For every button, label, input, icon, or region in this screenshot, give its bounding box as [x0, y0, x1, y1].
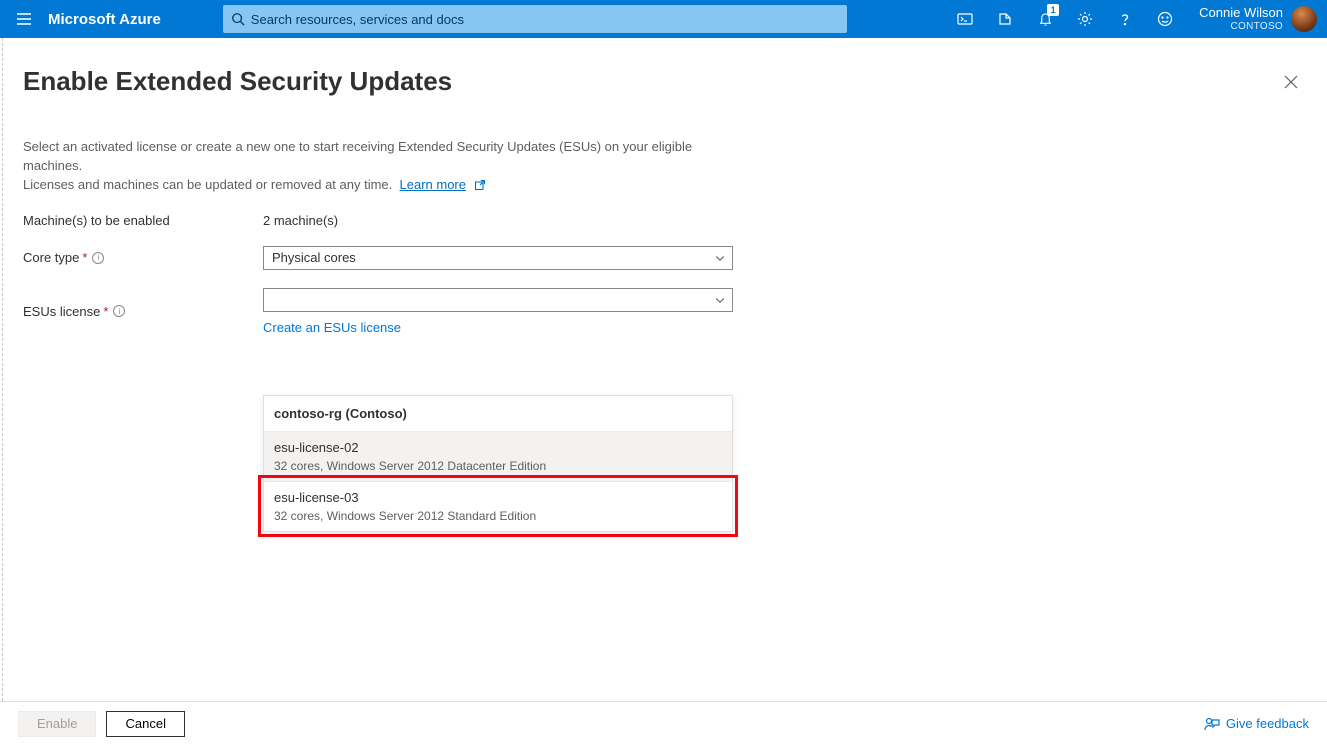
dropdown-item[interactable]: esu-license-02 32 cores, Windows Server …: [264, 431, 732, 481]
dropdown-item-name: esu-license-03: [274, 490, 722, 505]
user-text: Connie Wilson CONTOSO: [1199, 6, 1283, 31]
search-input[interactable]: [251, 12, 839, 27]
top-header: Microsoft Azure 1 Connie Wilson CONTOSO: [0, 0, 1327, 38]
settings-button[interactable]: [1065, 0, 1105, 38]
learn-more-link[interactable]: Learn more: [400, 177, 466, 192]
esus-license-select[interactable]: [263, 288, 733, 312]
esus-license-label-text: ESUs license: [23, 304, 100, 319]
chevron-down-icon: [714, 294, 726, 306]
feedback-button[interactable]: [1145, 0, 1185, 38]
gear-icon: [1077, 11, 1093, 27]
search-icon: [231, 12, 245, 26]
info-icon[interactable]: i: [113, 305, 125, 317]
cancel-button[interactable]: Cancel: [106, 711, 184, 737]
give-feedback-label: Give feedback: [1226, 716, 1309, 731]
user-name: Connie Wilson: [1199, 6, 1283, 20]
core-type-label: Core type * i: [23, 250, 263, 265]
directory-button[interactable]: [985, 0, 1025, 38]
notifications-button[interactable]: 1: [1025, 0, 1065, 38]
panel: Enable Extended Security Updates Select …: [2, 38, 1327, 701]
directory-icon: [997, 11, 1013, 27]
core-type-select[interactable]: Physical cores: [263, 246, 733, 270]
hamburger-icon: [16, 11, 32, 27]
notification-badge: 1: [1047, 4, 1059, 16]
smiley-icon: [1157, 11, 1173, 27]
help-button[interactable]: [1105, 0, 1145, 38]
esus-license-dropdown: contoso-rg (Contoso) esu-license-02 32 c…: [263, 395, 733, 532]
give-feedback-link[interactable]: Give feedback: [1204, 716, 1309, 732]
dropdown-group-header: contoso-rg (Contoso): [264, 396, 732, 431]
feedback-person-icon: [1204, 716, 1220, 732]
required-asterisk: *: [82, 250, 87, 265]
info-icon[interactable]: i: [92, 252, 104, 264]
brand-label[interactable]: Microsoft Azure: [48, 11, 161, 28]
enable-button: Enable: [18, 711, 96, 737]
core-type-label-text: Core type: [23, 250, 79, 265]
dropdown-item-name: esu-license-02: [274, 440, 722, 455]
desc-line2: Licenses and machines can be updated or …: [23, 177, 392, 192]
required-asterisk: *: [103, 304, 108, 319]
help-icon: [1117, 11, 1133, 27]
cloud-shell-button[interactable]: [945, 0, 985, 38]
dropdown-item-detail: 32 cores, Windows Server 2012 Standard E…: [274, 509, 722, 523]
search-box[interactable]: [223, 5, 847, 33]
panel-description: Select an activated license or create a …: [23, 138, 743, 195]
create-esus-license-link[interactable]: Create an ESUs license: [263, 320, 733, 335]
dropdown-item[interactable]: esu-license-03 32 cores, Windows Server …: [264, 481, 732, 531]
close-button[interactable]: [1275, 66, 1307, 98]
machines-value: 2 machine(s): [263, 213, 733, 228]
core-type-selected-value: Physical cores: [272, 250, 356, 265]
cloud-shell-icon: [957, 11, 973, 27]
desc-line1: Select an activated license or create a …: [23, 139, 692, 173]
machines-label: Machine(s) to be enabled: [23, 213, 263, 228]
avatar: [1291, 6, 1317, 32]
menu-toggle-button[interactable]: [0, 11, 48, 27]
close-icon: [1283, 74, 1299, 90]
page-title: Enable Extended Security Updates: [23, 66, 452, 97]
esus-license-label: ESUs license * i: [23, 304, 263, 319]
header-icon-group: 1 Connie Wilson CONTOSO: [945, 0, 1327, 38]
dropdown-item-detail: 32 cores, Windows Server 2012 Datacenter…: [274, 459, 722, 473]
panel-footer: Enable Cancel Give feedback: [0, 701, 1327, 745]
external-link-icon: [474, 179, 486, 191]
account-menu[interactable]: Connie Wilson CONTOSO: [1185, 6, 1327, 32]
tenant-name: CONTOSO: [1199, 21, 1283, 32]
chevron-down-icon: [714, 252, 726, 264]
